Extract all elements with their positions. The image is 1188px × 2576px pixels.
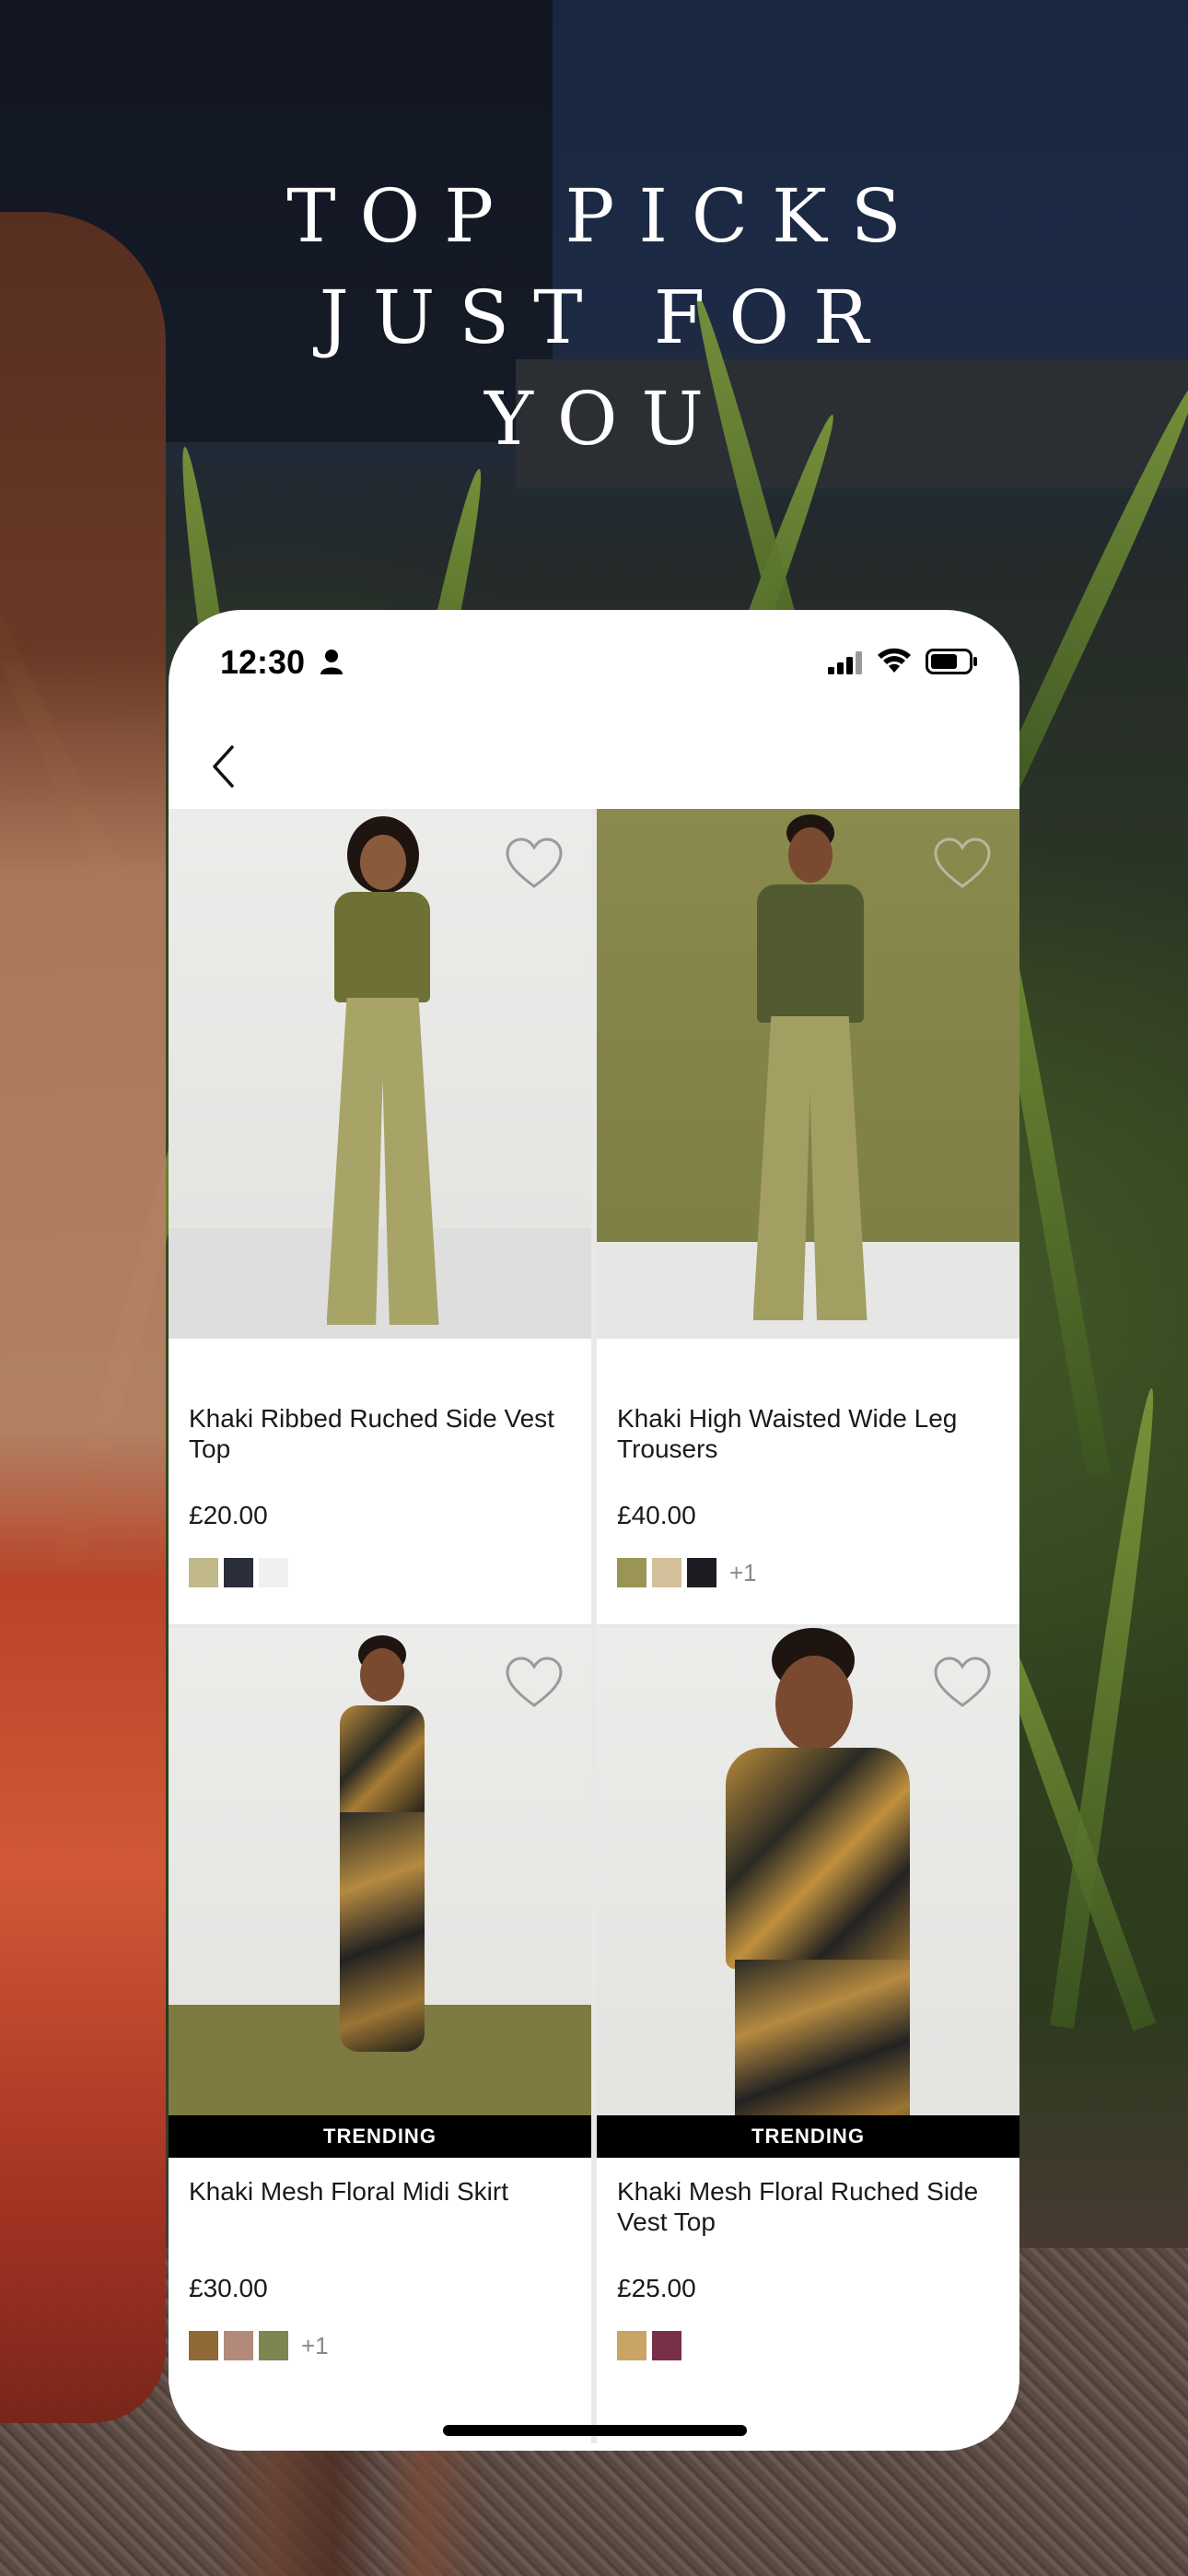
background-model (0, 212, 166, 2423)
status-time: 12:30 (220, 643, 306, 681)
headline: TOP PICKS JUST FOR YOU (0, 166, 1188, 470)
product-image[interactable] (169, 809, 591, 1339)
product-card[interactable]: Khaki High Waisted Wide Leg Trousers £40… (597, 809, 1019, 1624)
nav-bar (169, 720, 1019, 809)
color-swatches (617, 2331, 999, 2360)
color-swatch[interactable] (224, 1558, 253, 1587)
product-image[interactable]: TRENDING (169, 1628, 591, 2158)
heart-icon[interactable] (505, 1656, 564, 1709)
product-info: Khaki Ribbed Ruched Side Vest Top £20.00 (169, 1403, 591, 1587)
product-card[interactable]: Khaki Ribbed Ruched Side Vest Top £20.00 (169, 809, 591, 1624)
model-head (359, 1648, 404, 1702)
heart-icon[interactable] (505, 837, 564, 890)
color-swatch[interactable] (189, 1558, 218, 1587)
color-swatches (189, 1558, 571, 1587)
more-colors-count[interactable]: +1 (729, 1559, 757, 1587)
phone-screen: 12:30 Khaki Ribbed Ruched Side Vest Top … (169, 610, 1019, 2451)
product-card[interactable]: TRENDING Khaki Mesh Floral Midi Skirt £3… (169, 1628, 591, 2443)
wifi-icon (878, 648, 911, 673)
model-cardigan (756, 884, 864, 1023)
product-name[interactable]: Khaki High Waisted Wide Leg Trousers (617, 1403, 999, 1464)
model-figure (288, 809, 472, 1339)
product-price: £20.00 (189, 1501, 268, 1529)
battery-icon (926, 649, 977, 674)
color-swatches: +1 (617, 1558, 999, 1587)
home-indicator[interactable] (443, 2425, 747, 2436)
trending-badge: TRENDING (169, 2115, 591, 2158)
color-swatches: +1 (189, 2331, 571, 2360)
chevron-left-icon (213, 745, 234, 788)
model-head (787, 827, 833, 883)
status-bar: 12:30 (169, 610, 1019, 720)
product-grid: Khaki Ribbed Ruched Side Vest Top £20.00 (169, 809, 1019, 2443)
product-name[interactable]: Khaki Mesh Floral Midi Skirt (189, 2176, 571, 2237)
color-swatch[interactable] (259, 2331, 288, 2360)
heart-icon[interactable] (933, 1656, 992, 1709)
color-swatch[interactable] (617, 2331, 646, 2360)
model-top (725, 1748, 910, 1969)
model-top (339, 1705, 425, 1816)
model-figure (661, 1628, 956, 2158)
product-price: £40.00 (617, 1501, 696, 1529)
product-name[interactable]: Khaki Ribbed Ruched Side Vest Top (189, 1403, 571, 1464)
more-colors-count[interactable]: +1 (301, 2332, 329, 2360)
person-icon (320, 650, 343, 674)
product-info: Khaki High Waisted Wide Leg Trousers £40… (597, 1403, 1019, 1587)
color-swatch[interactable] (652, 1558, 681, 1587)
back-button[interactable] (196, 739, 251, 794)
color-swatch[interactable] (617, 1558, 646, 1587)
product-price: £25.00 (617, 2274, 696, 2302)
headline-line-3: YOU (484, 376, 728, 462)
heart-icon[interactable] (933, 837, 992, 890)
product-price: £30.00 (189, 2274, 268, 2302)
product-info: Khaki Mesh Floral Midi Skirt £30.00 +1 (169, 2176, 591, 2360)
trending-badge: TRENDING (597, 2115, 1019, 2158)
color-swatch[interactable] (687, 1558, 716, 1587)
color-swatch[interactable] (224, 2331, 253, 2360)
product-card[interactable]: TRENDING Khaki Mesh Floral Ruched Side V… (597, 1628, 1019, 2443)
product-image[interactable] (597, 809, 1019, 1339)
product-info: Khaki Mesh Floral Ruched Side Vest Top £… (597, 2176, 1019, 2360)
model-skirt (339, 1812, 425, 2052)
color-swatch[interactable] (652, 2331, 681, 2360)
headline-line-2: JUST FOR (319, 275, 893, 360)
product-image[interactable]: TRENDING (597, 1628, 1019, 2158)
model-head (359, 835, 406, 890)
model-top (333, 892, 430, 1002)
model-trousers (326, 998, 439, 1325)
headline-line-1: TOP PICKS (286, 173, 926, 259)
model-trousers (752, 1016, 868, 1320)
color-swatch[interactable] (189, 2331, 218, 2360)
model-head (775, 1656, 853, 1751)
model-figure (716, 809, 901, 1339)
model-figure (288, 1628, 472, 2158)
signal-icon (828, 651, 862, 674)
color-swatch[interactable] (259, 1558, 288, 1587)
product-name[interactable]: Khaki Mesh Floral Ruched Side Vest Top (617, 2176, 999, 2237)
